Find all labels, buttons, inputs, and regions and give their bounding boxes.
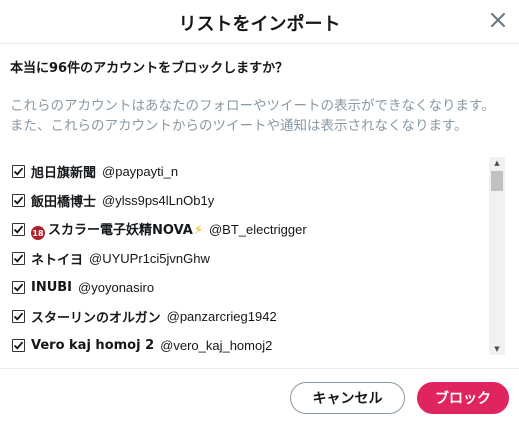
dialog-header: リストをインポート — [0, 0, 519, 44]
close-icon — [491, 13, 505, 27]
dialog-title: リストをインポート — [178, 14, 341, 35]
list-item[interactable]: 飯田橋博士 @ylss9ps4lLnOb1y — [10, 186, 505, 215]
scroll-up-arrow-icon[interactable]: ▲ — [489, 157, 505, 169]
account-handle: @UYUPr1ci5jvnGhw — [89, 251, 210, 266]
account-checkbox[interactable] — [12, 252, 25, 265]
close-button[interactable] — [487, 9, 509, 31]
list-scrollbar[interactable]: ▲ ▼ — [489, 157, 505, 355]
account-handle: @BT_electrigger — [208, 222, 307, 237]
account-handle: @panzarcrieg1942 — [166, 309, 277, 324]
account-handle: @paypayti_n — [102, 164, 179, 179]
account-name: 旭日旗新聞 — [31, 166, 97, 181]
block-button[interactable]: ブロック — [417, 382, 509, 414]
scroll-thumb[interactable] — [491, 171, 503, 191]
account-checkbox[interactable] — [12, 339, 25, 352]
account-handle: @vero_kaj_homoj2 — [160, 338, 273, 353]
cancel-button[interactable]: キャンセル — [290, 382, 405, 414]
list-item[interactable]: スターリンのオルガン @panzarcrieg1942 — [10, 302, 505, 331]
scroll-down-arrow-icon[interactable]: ▼ — [489, 343, 505, 355]
list-item[interactable]: 旭日旗新聞 @paypayti_n — [10, 157, 505, 186]
account-handle: @ylss9ps4lLnOb1y — [102, 193, 215, 208]
account-list: 旭日旗新聞 @paypayti_n 飯田橋博士 @ylss9ps4lLnOb1y… — [10, 157, 505, 355]
account-checkbox[interactable] — [12, 281, 25, 294]
account-name: ネトイヨ — [31, 253, 84, 268]
confirm-question: 本当に96件のアカウントをブロックしますか？ — [10, 61, 289, 76]
account-checkbox[interactable] — [12, 165, 25, 178]
account-checkbox[interactable] — [12, 194, 25, 207]
list-item[interactable]: INUBI @yoyonasiro — [10, 273, 505, 302]
list-item[interactable]: ネトイヨ @UYUPr1ci5jvnGhw — [10, 244, 505, 273]
age-18-badge-icon: 18 — [31, 226, 45, 241]
block-description: これらのアカウントはあなたのフォローやツイートの表示ができなくなります。また、こ… — [10, 98, 495, 134]
lightning-bolt-icon: ⚡ — [193, 222, 203, 238]
account-handle: @yoyonasiro — [78, 280, 155, 295]
account-name: 飯田橋博士 — [31, 195, 97, 210]
account-name-text: スカラー電子妖精NOVA — [48, 222, 193, 238]
list-item[interactable]: Vero kaj homoj 2 @vero_kaj_homoj2 — [10, 331, 505, 355]
list-item[interactable]: 18 スカラー電子妖精NOVA⚡ @BT_electrigger — [10, 215, 505, 244]
account-checkbox[interactable] — [12, 310, 25, 323]
import-list-dialog: リストをインポート 本当に96件のアカウントをブロックしますか？ これらのアカウ… — [0, 0, 519, 424]
account-name: INUBI — [31, 280, 73, 295]
dialog-footer: キャンセル ブロック — [0, 368, 519, 424]
account-name: 18 スカラー電子妖精NOVA⚡ — [31, 219, 203, 241]
account-name: Vero kaj homoj 2 — [31, 338, 155, 353]
account-checkbox[interactable] — [12, 223, 25, 236]
account-name: スターリンのオルガン — [31, 311, 161, 326]
